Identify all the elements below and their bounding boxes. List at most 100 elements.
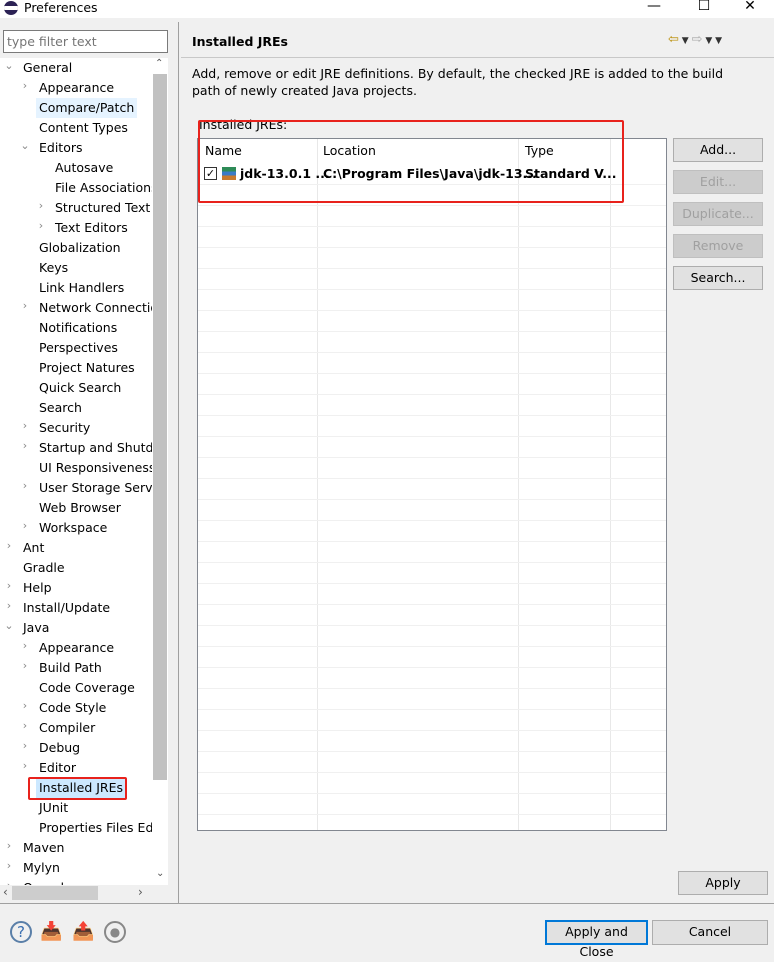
tree-item[interactable]: Globalization bbox=[36, 238, 124, 258]
tree-item[interactable]: User Storage Servic bbox=[36, 478, 152, 498]
tree-item[interactable]: Web Browser bbox=[36, 498, 124, 518]
tree-item[interactable]: Search bbox=[36, 398, 85, 418]
tree-item[interactable]: Notifications bbox=[36, 318, 120, 338]
scroll-down-icon[interactable]: ⌄ bbox=[156, 868, 164, 879]
tree-item[interactable]: Keys bbox=[36, 258, 71, 278]
export-icon[interactable]: 📤 bbox=[72, 921, 94, 943]
expand-closed-icon[interactable]: › bbox=[20, 739, 30, 752]
scroll-right-icon[interactable]: › bbox=[138, 885, 143, 899]
expand-closed-icon[interactable]: › bbox=[20, 519, 30, 532]
expand-open-icon[interactable]: ⌄ bbox=[20, 139, 30, 152]
edit-button[interactable]: Edit... bbox=[673, 170, 763, 194]
jre-table[interactable]: Name Location Type ✓ jdk-13.0.1 ... C:\P… bbox=[197, 138, 667, 831]
back-menu-icon[interactable]: ▼ bbox=[679, 36, 692, 46]
tree-item[interactable]: Perspectives bbox=[36, 338, 121, 358]
scroll-left-icon[interactable]: ‹ bbox=[3, 885, 8, 899]
tree-item[interactable]: Link Handlers bbox=[36, 278, 127, 298]
tree-item[interactable]: General bbox=[20, 58, 75, 78]
tree-item[interactable]: Gradle bbox=[20, 558, 68, 578]
filter-input[interactable] bbox=[3, 30, 168, 53]
duplicate-button[interactable]: Duplicate... bbox=[673, 202, 763, 226]
expand-closed-icon[interactable]: › bbox=[20, 299, 30, 312]
tree-item[interactable]: Appearance bbox=[36, 638, 117, 658]
tree-item[interactable]: Project Natures bbox=[36, 358, 138, 378]
tree-item[interactable]: Security bbox=[36, 418, 93, 438]
tree-item[interactable]: Ant bbox=[20, 538, 47, 558]
row-divider bbox=[198, 289, 666, 290]
tree-item[interactable]: Quick Search bbox=[36, 378, 124, 398]
tree-item[interactable]: Mylyn bbox=[20, 858, 63, 878]
tree-item[interactable]: Editors bbox=[36, 138, 86, 158]
search-button[interactable]: Search... bbox=[673, 266, 763, 290]
expand-closed-icon[interactable]: › bbox=[4, 579, 14, 592]
apply-button[interactable]: Apply bbox=[678, 871, 768, 895]
tree-item[interactable]: UI Responsiveness bbox=[36, 458, 152, 478]
panel-divider[interactable] bbox=[178, 22, 179, 903]
forward-icon[interactable]: ⇨ bbox=[692, 32, 703, 47]
maximize-button[interactable]: ☐ bbox=[694, 0, 714, 14]
import-icon[interactable]: 📥 bbox=[40, 921, 62, 943]
tree-item[interactable]: Appearance bbox=[36, 78, 117, 98]
scroll-up-icon[interactable]: ⌃ bbox=[155, 58, 163, 69]
expand-closed-icon[interactable]: › bbox=[20, 759, 30, 772]
column-location bbox=[318, 139, 519, 830]
expand-closed-icon[interactable]: › bbox=[36, 219, 46, 232]
tree-item[interactable]: Compare/Patch bbox=[36, 98, 138, 118]
expand-closed-icon[interactable]: › bbox=[36, 199, 46, 212]
row-divider bbox=[198, 562, 666, 563]
forward-menu-icon[interactable]: ▼ bbox=[702, 36, 715, 46]
tree-item[interactable]: Install/Update bbox=[20, 598, 113, 618]
tree-hscroll-thumb[interactable] bbox=[12, 886, 98, 900]
close-button[interactable]: ✕ bbox=[740, 0, 760, 14]
expand-closed-icon[interactable]: › bbox=[4, 859, 14, 872]
expand-closed-icon[interactable]: › bbox=[20, 439, 30, 452]
view-menu-icon[interactable]: ▼ bbox=[715, 36, 722, 46]
highlight-box-table bbox=[198, 120, 624, 203]
tree-item[interactable]: Code Coverage bbox=[36, 678, 138, 698]
tree-item[interactable]: Java bbox=[20, 618, 52, 638]
tree-item[interactable]: Network Connectio bbox=[36, 298, 152, 318]
tree-item[interactable]: Maven bbox=[20, 838, 67, 858]
record-icon[interactable]: ● bbox=[104, 921, 126, 943]
help-icon[interactable]: ? bbox=[10, 921, 32, 943]
add-button[interactable]: Add... bbox=[673, 138, 763, 162]
expand-closed-icon[interactable]: › bbox=[20, 639, 30, 652]
expand-closed-icon[interactable]: › bbox=[20, 719, 30, 732]
tree-item[interactable]: JUnit bbox=[36, 798, 71, 818]
tree-item[interactable]: Autosave bbox=[52, 158, 116, 178]
tree-item[interactable]: Content Types bbox=[36, 118, 131, 138]
tree-item[interactable]: Code Style bbox=[36, 698, 109, 718]
row-divider bbox=[198, 646, 666, 647]
tree-item[interactable]: File Associations bbox=[52, 178, 152, 198]
tree-item[interactable]: Debug bbox=[36, 738, 83, 758]
expand-closed-icon[interactable]: › bbox=[4, 599, 14, 612]
tree-item[interactable]: Build Path bbox=[36, 658, 105, 678]
tree-item[interactable]: Structured Text E bbox=[52, 198, 152, 218]
tree-item[interactable]: Workspace bbox=[36, 518, 110, 538]
expand-closed-icon[interactable]: › bbox=[20, 419, 30, 432]
expand-closed-icon[interactable]: › bbox=[4, 839, 14, 852]
remove-button[interactable]: Remove bbox=[673, 234, 763, 258]
tree-item[interactable]: Text Editors bbox=[52, 218, 131, 238]
tree-scroll-thumb[interactable] bbox=[153, 74, 167, 780]
row-divider bbox=[198, 310, 666, 311]
highlight-box-tree bbox=[28, 777, 127, 800]
tree-item[interactable]: Properties Files Edi bbox=[36, 818, 152, 838]
tree-item[interactable]: Editor bbox=[36, 758, 79, 778]
expand-closed-icon[interactable]: › bbox=[4, 539, 14, 552]
expand-closed-icon[interactable]: › bbox=[20, 479, 30, 492]
tree-item[interactable]: Startup and Shutdo bbox=[36, 438, 152, 458]
expand-closed-icon[interactable]: › bbox=[20, 659, 30, 672]
tree-item[interactable]: Compiler bbox=[36, 718, 98, 738]
expand-open-icon[interactable]: ⌄ bbox=[4, 59, 14, 72]
apply-and-close-button[interactable]: Apply and Close bbox=[545, 920, 648, 959]
expand-closed-icon[interactable]: › bbox=[20, 699, 30, 712]
minimize-button[interactable]: — bbox=[644, 0, 664, 14]
tree-item[interactable]: Oomph bbox=[20, 878, 72, 885]
cancel-button[interactable]: Cancel bbox=[652, 920, 768, 945]
row-divider bbox=[198, 226, 666, 227]
tree-item[interactable]: Help bbox=[20, 578, 55, 598]
expand-open-icon[interactable]: ⌄ bbox=[4, 619, 14, 632]
back-icon[interactable]: ⇦ bbox=[668, 32, 679, 47]
expand-closed-icon[interactable]: › bbox=[20, 79, 30, 92]
